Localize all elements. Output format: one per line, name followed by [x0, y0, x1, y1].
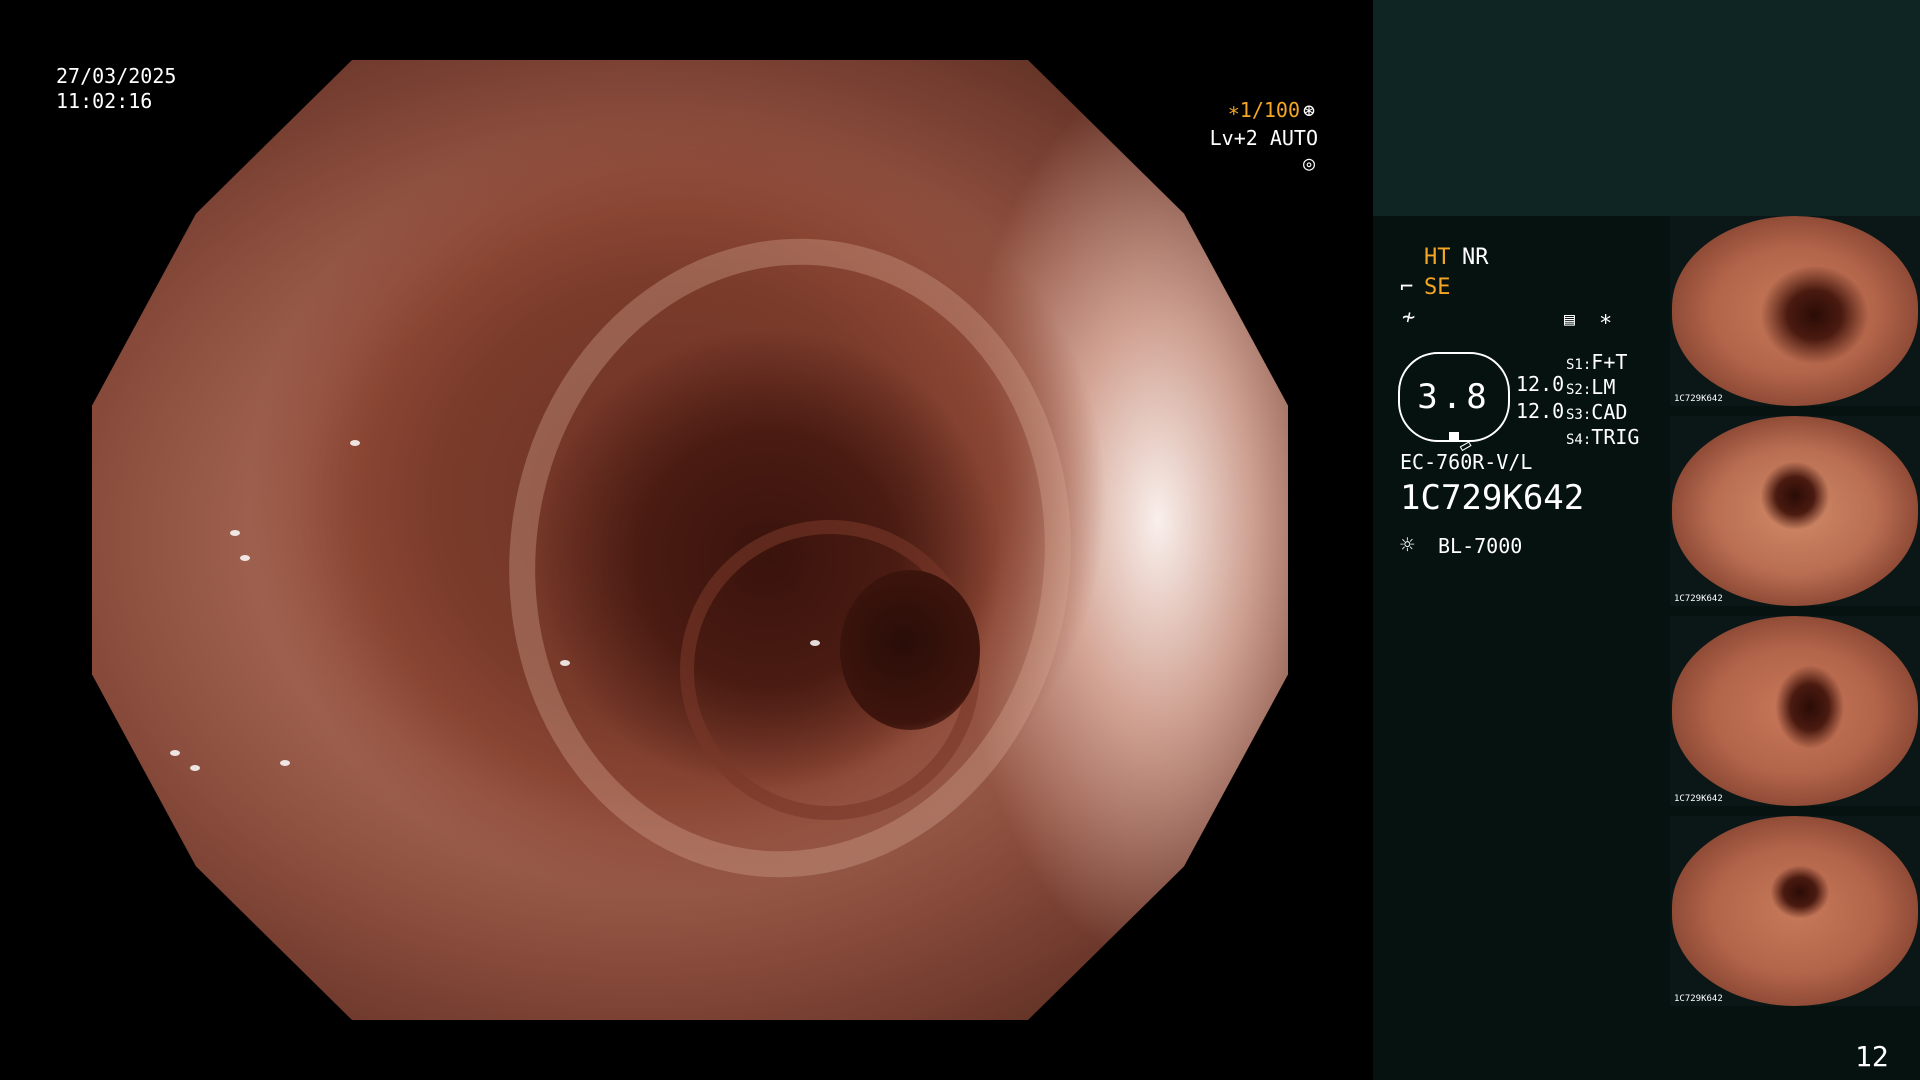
- reflection-glint: [230, 530, 240, 536]
- reflection-glint: [280, 760, 290, 766]
- structure-enhance-icon: ⌐: [1400, 275, 1414, 300]
- thumbnail-label: 1C729K642: [1674, 594, 1723, 604]
- panel-header-area: [1373, 0, 1920, 216]
- lumen: [840, 570, 980, 730]
- value-1: 12.0: [1516, 372, 1565, 396]
- nr-indicator: NR: [1462, 245, 1489, 270]
- endoscope-main-view: 27/03/2025 11:02:16 ∗1/100 ⊛ Lv+2 AUTO◎: [0, 0, 1373, 1080]
- time-text: 11:02:16: [56, 89, 153, 113]
- reflection-glint: [240, 555, 250, 561]
- reflection-glint: [560, 660, 570, 666]
- thumbnail-2[interactable]: 1C729K642: [1670, 416, 1920, 606]
- scope-serial: 1C729K642: [1400, 478, 1585, 518]
- thumbnail-image: [1672, 816, 1918, 1006]
- s1-label: S1:: [1566, 357, 1592, 373]
- aperture-icon: ⊛: [1302, 98, 1316, 122]
- zoom-value: 3.8: [1417, 377, 1491, 417]
- color-mode-icon: ≁: [1402, 305, 1416, 330]
- s2-value: LM: [1591, 375, 1616, 399]
- settings-list-icon: ▤: [1564, 309, 1575, 330]
- light-source-model: BL-7000: [1438, 534, 1523, 558]
- s4-value: TRIG: [1591, 425, 1640, 449]
- s1-value: F+T: [1591, 350, 1628, 374]
- thumbnail-label: 1C729K642: [1674, 394, 1723, 404]
- level-text: Lv+2 AUTO: [1209, 126, 1318, 150]
- thumbnail-image: [1672, 216, 1918, 406]
- value-2: 12.0: [1516, 399, 1565, 423]
- page-number: 12: [1855, 1040, 1889, 1073]
- date-text: 27/03/2025: [56, 64, 177, 88]
- reflection-glint: [190, 765, 200, 771]
- endoscopic-image: [92, 60, 1288, 1020]
- s3-label: S3:: [1566, 407, 1592, 423]
- se-indicator: SE: [1424, 275, 1451, 300]
- datetime-overlay: 27/03/2025 11:02:16: [56, 64, 176, 114]
- thumbnail-3[interactable]: 1C729K642: [1670, 616, 1920, 806]
- scope-model: EC-760R-V/L: [1400, 450, 1533, 474]
- s2-label: S2:: [1566, 382, 1592, 398]
- thumbnail-1[interactable]: 1C729K642: [1670, 216, 1920, 406]
- shutter-text: ∗1/100: [1227, 98, 1300, 122]
- s4-label: S4:: [1566, 432, 1592, 448]
- thumbnail-image: [1672, 416, 1918, 606]
- shutter-speed: ∗1/100 ⊛: [1200, 98, 1318, 123]
- switch-s4: S4:TRIG: [1566, 423, 1639, 454]
- zoom-indicator: 3.8: [1398, 352, 1510, 442]
- auto-iris-icon: ◎: [1302, 151, 1316, 175]
- capture-thumbnail-list: 1C729K642 1C729K642 1C729K642 1C729K642: [1670, 216, 1920, 1016]
- thumbnail-label: 1C729K642: [1674, 994, 1723, 1004]
- brightness-level: Lv+2 AUTO◎: [1192, 126, 1318, 176]
- reflection-glint: [350, 440, 360, 446]
- s3-value: CAD: [1591, 400, 1628, 424]
- thumbnail-4[interactable]: 1C729K642: [1670, 816, 1920, 1006]
- light-source-icon: ☼: [1400, 531, 1415, 559]
- reflection-glint: [170, 750, 180, 756]
- ht-indicator: HT: [1424, 245, 1451, 270]
- thumbnail-image: [1672, 616, 1918, 806]
- asterisk-indicator: ∗: [1599, 307, 1613, 332]
- thumbnail-label: 1C729K642: [1674, 794, 1723, 804]
- reflection-glint: [810, 640, 820, 646]
